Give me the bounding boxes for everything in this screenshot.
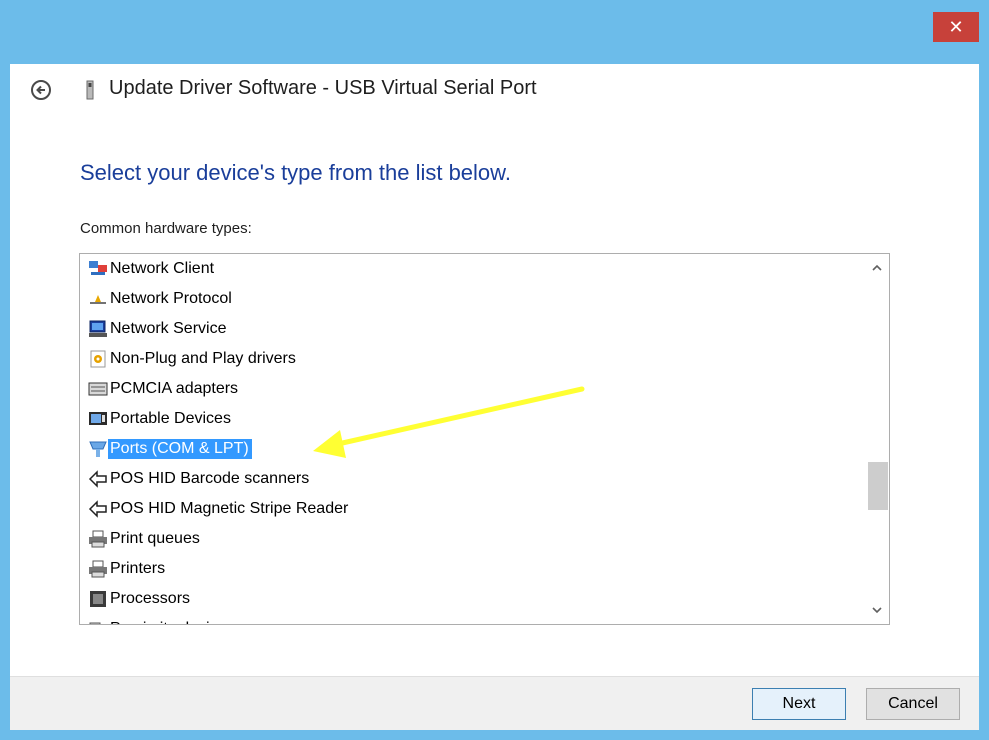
list-item-label: Network Protocol (110, 290, 232, 307)
list-item[interactable]: Printers (88, 556, 168, 582)
list-item[interactable]: Network Protocol (88, 286, 235, 312)
next-button[interactable]: Next (752, 688, 846, 720)
list-item-label: Print queues (110, 530, 200, 547)
pcmcia-icon (88, 382, 108, 396)
proximity-icon (89, 622, 101, 624)
dialog-window: ✕ Update Driver Software - USB Virtual S… (0, 0, 989, 740)
list-item-label: Ports (COM & LPT) (108, 439, 252, 459)
list-item[interactable]: Ports (COM & LPT) (88, 436, 252, 462)
network-client-icon (89, 261, 107, 275)
list-item[interactable]: Proximity devices (88, 616, 237, 624)
page-heading: Select your device's type from the list … (80, 160, 511, 185)
list-item-label: Network Service (110, 320, 227, 337)
list-item[interactable]: Processors (88, 586, 193, 612)
list-label: Common hardware types: (80, 220, 252, 237)
list-item-label: POS HID Magnetic Stripe Reader (110, 500, 349, 517)
list-item[interactable]: Portable Devices (88, 406, 234, 432)
list-item-label: Processors (110, 590, 191, 607)
close-button[interactable]: ✕ (933, 12, 979, 42)
list-item[interactable]: Network Service (88, 316, 229, 342)
processor-icon (90, 591, 106, 607)
network-service-icon (89, 320, 107, 337)
ports-icon (89, 441, 107, 457)
list-item[interactable]: Print queues (88, 526, 203, 552)
list-item-label: PCMCIA adapters (110, 380, 239, 397)
printer-icon (89, 530, 107, 548)
list-item-label: Portable Devices (110, 410, 231, 427)
list-item-label: Printers (110, 560, 166, 577)
network-protocol-icon (90, 295, 106, 304)
hardware-type-list[interactable]: Network Client Network Protocol Network Se… (79, 253, 890, 625)
list-item-label: Proximity devices (108, 619, 237, 624)
list-item-label: Network Client (110, 260, 215, 277)
back-button[interactable] (31, 80, 51, 100)
printer-icon (89, 560, 107, 578)
cancel-button[interactable]: Cancel (866, 688, 960, 720)
list-item[interactable]: Network Client (88, 256, 217, 282)
scroll-down-icon[interactable] (871, 604, 883, 616)
close-icon: ✕ (948, 17, 964, 37)
list-item[interactable]: POS HID Magnetic Stripe Reader (88, 496, 351, 522)
list-item-label: Non-Plug and Play drivers (110, 350, 296, 367)
back-arrow-icon (36, 85, 45, 95)
pos-hid-icon (88, 470, 107, 488)
usb-device-icon (86, 80, 94, 100)
list-item[interactable]: Non-Plug and Play drivers (88, 346, 299, 372)
list-item-label: POS HID Barcode scanners (110, 470, 310, 487)
portable-devices-icon (89, 412, 107, 425)
pos-hid-icon (88, 500, 107, 518)
list-item[interactable]: POS HID Barcode scanners (88, 466, 312, 492)
window-title: Update Driver Software - USB Virtual Ser… (109, 77, 537, 99)
vertical-scrollbar[interactable] (864, 254, 889, 624)
list-item[interactable]: PCMCIA adapters (88, 376, 241, 402)
scrollbar-thumb[interactable] (868, 462, 888, 510)
non-pnp-drivers-icon (90, 350, 106, 368)
list-items-container: Network Client Network Protocol Network Se… (88, 254, 863, 624)
scroll-up-icon[interactable] (871, 262, 883, 274)
